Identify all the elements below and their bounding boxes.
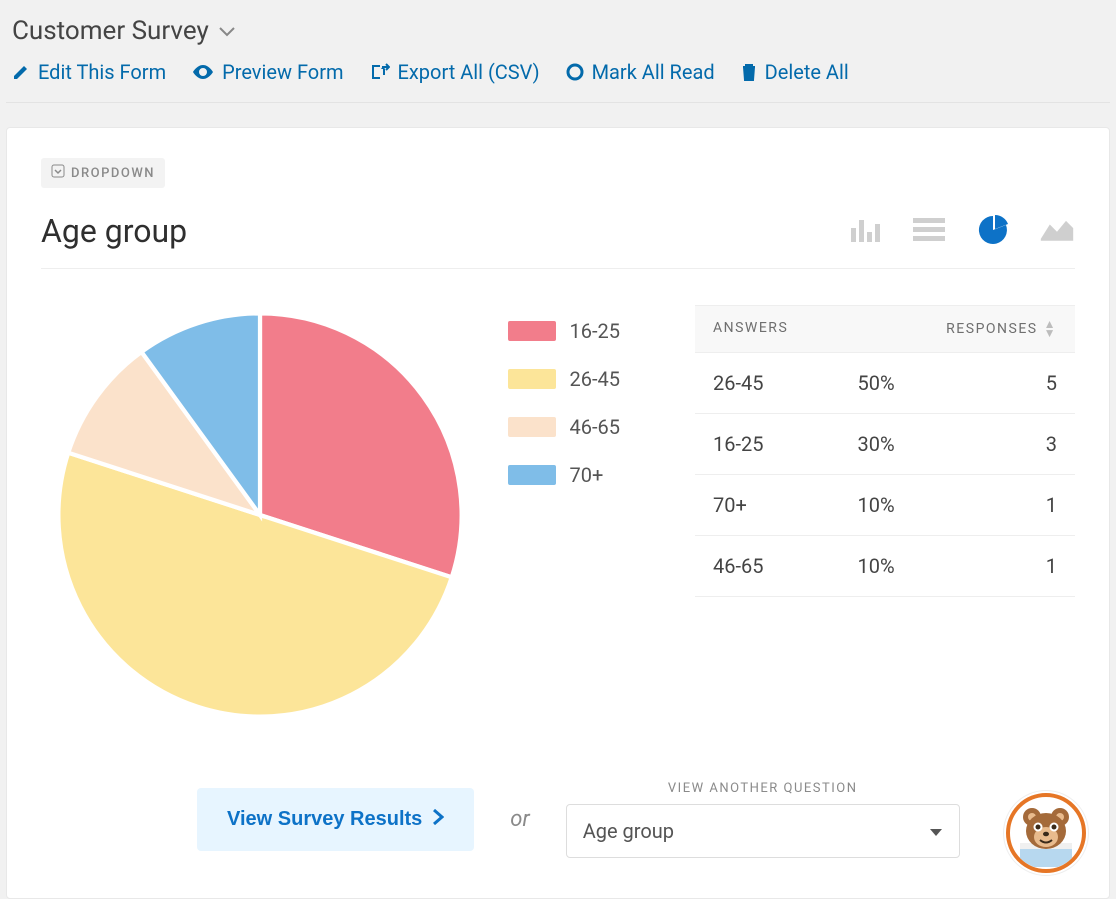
pie-chart	[41, 305, 480, 725]
legend-item: 46-65	[508, 415, 667, 439]
export-all-label: Export All (CSV)	[398, 60, 540, 84]
answer-cell: 46-65	[713, 554, 857, 578]
answer-cell: 26-45	[713, 371, 857, 395]
count-cell: 1	[954, 493, 1057, 517]
viewmode-bar[interactable]	[847, 214, 883, 244]
question-picker-select[interactable]: Age group	[566, 804, 960, 858]
legend-swatch	[508, 417, 556, 437]
percent-cell: 50%	[857, 371, 953, 395]
view-results-label: View Survey Results	[227, 808, 422, 831]
legend-label: 46-65	[570, 415, 621, 439]
legend-label: 26-45	[570, 367, 621, 391]
table-row: 26-4550%5	[695, 353, 1075, 414]
legend-swatch	[508, 465, 556, 485]
form-title-dropdown[interactable]: Customer Survey	[12, 16, 1104, 46]
export-all-link[interactable]: Export All (CSV)	[370, 60, 540, 84]
circle-icon	[566, 63, 584, 81]
toolbar: Edit This Form Preview Form Export All (…	[12, 60, 1104, 84]
answer-cell: 70+	[713, 493, 857, 517]
preview-form-label: Preview Form	[222, 60, 343, 84]
trash-icon	[741, 63, 757, 81]
legend-label: 70+	[570, 463, 604, 487]
legend-item: 16-25	[508, 319, 667, 343]
view-survey-results-button[interactable]: View Survey Results	[197, 788, 474, 851]
responses-column-header[interactable]: RESPONSES ▲▼	[946, 320, 1057, 338]
answers-column-header: ANSWERS	[713, 320, 788, 338]
chart-legend: 16-25 26-45 46-65 70+	[508, 305, 667, 725]
preview-form-link[interactable]: Preview Form	[192, 60, 343, 84]
question-picker: VIEW ANOTHER QUESTION Age group	[566, 781, 960, 858]
legend-swatch	[508, 369, 556, 389]
edit-form-link[interactable]: Edit This Form	[12, 60, 166, 84]
table-row: 46-6510%1	[695, 536, 1075, 597]
page-header: Customer Survey Edit This Form Preview F…	[6, 6, 1110, 103]
table-row: 16-2530%3	[695, 414, 1075, 475]
legend-label: 16-25	[570, 319, 621, 343]
eye-icon	[192, 64, 214, 80]
answers-table: ANSWERS RESPONSES ▲▼ 26-4550%516-2530%37…	[695, 305, 1075, 725]
legend-item: 26-45	[508, 367, 667, 391]
legend-item: 70+	[508, 463, 667, 487]
viewmode-list[interactable]	[911, 214, 947, 244]
mark-all-read-link[interactable]: Mark All Read	[566, 60, 715, 84]
dropdown-icon	[51, 164, 65, 182]
sort-icon: ▲▼	[1044, 320, 1057, 338]
question-title: Age group	[41, 212, 187, 250]
question-picker-value: Age group	[583, 819, 674, 843]
caret-down-icon	[929, 819, 943, 843]
percent-cell: 10%	[857, 554, 953, 578]
count-cell: 1	[954, 554, 1057, 578]
help-avatar-button[interactable]	[1004, 791, 1088, 875]
or-separator: or	[510, 807, 529, 832]
mark-all-read-label: Mark All Read	[592, 60, 715, 84]
count-cell: 3	[954, 432, 1057, 456]
answer-cell: 16-25	[713, 432, 857, 456]
viewmode-area[interactable]	[1039, 214, 1075, 244]
question-picker-label: VIEW ANOTHER QUESTION	[566, 781, 960, 796]
chevron-right-icon	[432, 808, 444, 831]
chevron-down-icon	[219, 21, 235, 42]
table-header: ANSWERS RESPONSES ▲▼	[695, 305, 1075, 353]
bear-avatar-icon	[1006, 793, 1086, 873]
legend-swatch	[508, 321, 556, 341]
form-title: Customer Survey	[12, 16, 209, 46]
delete-all-link[interactable]: Delete All	[741, 60, 849, 84]
count-cell: 5	[954, 371, 1057, 395]
card-footer: View Survey Results or VIEW ANOTHER QUES…	[41, 781, 1075, 858]
viewmode-pie[interactable]	[975, 214, 1011, 244]
export-icon	[370, 63, 390, 81]
table-row: 70+10%1	[695, 475, 1075, 536]
field-type-badge: DROPDOWN	[41, 158, 165, 188]
edit-form-label: Edit This Form	[38, 60, 166, 84]
field-type-label: DROPDOWN	[71, 166, 155, 181]
percent-cell: 10%	[857, 493, 953, 517]
pencil-icon	[12, 63, 30, 81]
viewmode-switcher	[847, 214, 1075, 250]
percent-cell: 30%	[857, 432, 953, 456]
delete-all-label: Delete All	[765, 60, 849, 84]
question-card: DROPDOWN Age group 16-25 26-45 46-65 70+ AN…	[6, 127, 1110, 899]
